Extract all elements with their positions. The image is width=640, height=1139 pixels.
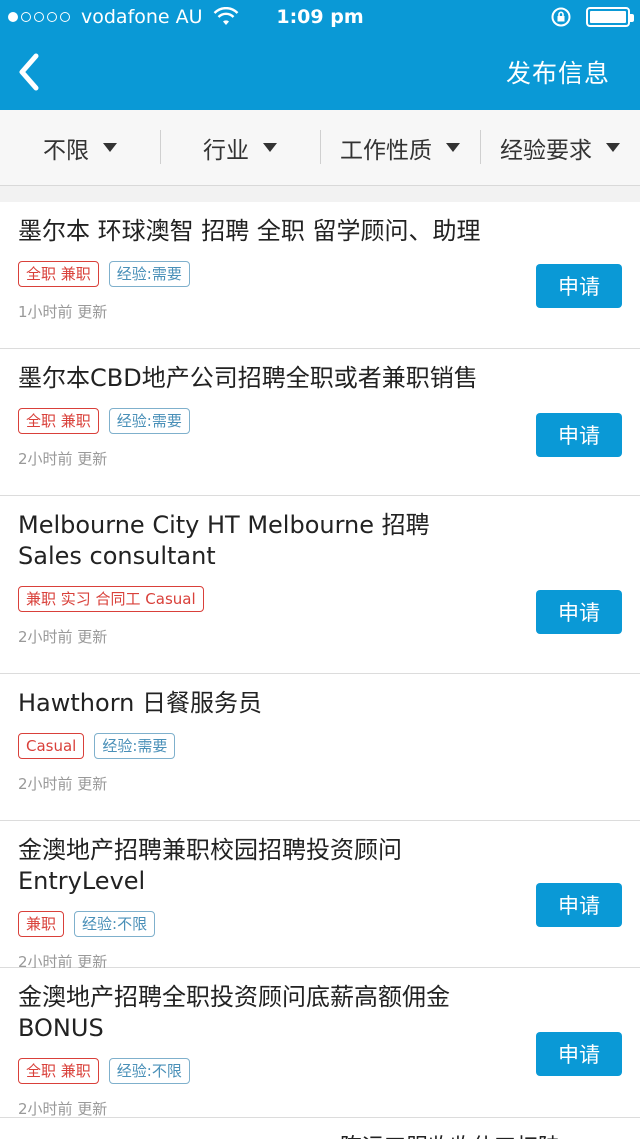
filter-industry[interactable]: 行业 <box>160 110 320 185</box>
job-type-tag: 兼职 <box>18 911 65 937</box>
filter-label: 工作性质 <box>340 137 432 164</box>
updated-time: 2小时前 更新 <box>18 1100 108 1118</box>
apply-button[interactable]: 申请 <box>536 1032 622 1076</box>
job-listing[interactable]: 金澳地产招聘兼职校园招聘投资顾问EntryLevel 兼职 经验:不限 2小时前… <box>0 821 640 971</box>
job-type-tag: Casual <box>18 733 85 759</box>
job-title: 墨尔本CBD地产公司招聘全职或者兼职销售 <box>18 364 478 392</box>
experience-tag: 经验:需要 <box>108 408 190 434</box>
app-header: vodafone AU 1:09 pm 发布信息 <box>0 0 640 110</box>
list-top-spacer <box>0 186 640 202</box>
caret-down-icon <box>103 143 117 152</box>
job-type-tag: 全职 兼职 <box>18 261 99 287</box>
job-tags: 全职 兼职 经验:需要 <box>18 408 500 434</box>
job-title: 金澳地产招聘全职投资顾问底薪高额佣金BONUS <box>18 983 450 1042</box>
job-type-tag: 兼职 实习 合同工 Casual <box>18 586 204 612</box>
job-listing[interactable]: 墨尔本CBD地产公司招聘全职或者兼职销售 全职 兼职 经验:需要 2小时前 更新… <box>0 349 640 496</box>
experience-tag: 经验:需要 <box>94 733 176 759</box>
job-tags: 全职 兼职 经验:需要 <box>18 261 500 287</box>
filter-experience[interactable]: 经验要求 <box>480 110 640 185</box>
navigation-bar: 发布信息 <box>0 36 640 110</box>
updated-time: 2小时前 更新 <box>18 775 108 793</box>
rotation-lock-icon <box>551 7 571 27</box>
status-right <box>550 6 634 28</box>
apply-button[interactable]: 申请 <box>536 413 622 457</box>
filter-bar: 不限 行业 工作性质 经验要求 <box>0 110 640 186</box>
back-button[interactable] <box>10 48 50 96</box>
apply-button[interactable]: 申请 <box>536 590 622 634</box>
job-tags: 兼职 经验:不限 <box>18 911 500 937</box>
status-time: 1:09 pm <box>276 6 364 28</box>
experience-tag: 经验:不限 <box>108 1058 190 1084</box>
caret-down-icon <box>446 143 460 152</box>
job-listing[interactable]: 金澳地产招聘全职投资顾问底薪高额佣金BONUS 全职 兼职 经验:不限 2小时前… <box>0 968 640 1118</box>
updated-time: 2小时前 更新 <box>18 450 108 468</box>
experience-tag: 经验:不限 <box>74 911 156 937</box>
job-listing[interactable]: Melbourne City HT Melbourne 招聘 Sales con… <box>0 496 640 674</box>
job-list: 墨尔本 环球澳智 招聘 全职 留学顾问、助理 全职 兼职 经验:需要 1小时前 … <box>0 202 640 1118</box>
job-listing[interactable]: 墨尔本 环球澳智 招聘 全职 留学顾问、助理 全职 兼职 经验:需要 1小时前 … <box>0 202 640 349</box>
job-title: Hawthorn 日餐服务员 <box>18 689 262 717</box>
filter-all[interactable]: 不限 <box>0 110 160 185</box>
experience-tag: 经验:需要 <box>108 261 190 287</box>
job-tags: 兼职 实习 合同工 Casual <box>18 586 500 612</box>
publish-button[interactable]: 发布信息 <box>506 54 610 90</box>
caret-down-icon <box>263 143 277 152</box>
filter-label: 不限 <box>43 137 89 164</box>
status-bar: vodafone AU 1:09 pm <box>0 0 640 36</box>
filter-label: 行业 <box>203 137 249 164</box>
next-listing-partial: 陈运工服收收仕工权陆 <box>0 1118 640 1139</box>
partial-title: 陈运工服收收仕工权陆 <box>340 1129 560 1139</box>
updated-time: 1小时前 更新 <box>18 303 108 321</box>
job-title: 墨尔本 环球澳智 招聘 全职 留学顾问、助理 <box>18 217 481 245</box>
caret-down-icon <box>606 143 620 152</box>
updated-time: 2小时前 更新 <box>18 628 108 646</box>
apply-button[interactable]: 申请 <box>536 264 622 308</box>
job-title: 金澳地产招聘兼职校园招聘投资顾问EntryLevel <box>18 836 402 895</box>
job-tags: Casual 经验:需要 <box>18 733 500 759</box>
filter-job-type[interactable]: 工作性质 <box>320 110 480 185</box>
apply-button[interactable]: 申请 <box>536 883 622 927</box>
job-listing[interactable]: Hawthorn 日餐服务员 Casual 经验:需要 2小时前 更新 <box>0 674 640 821</box>
filter-label: 经验要求 <box>500 137 592 164</box>
job-type-tag: 全职 兼职 <box>18 408 99 434</box>
job-title: Melbourne City HT Melbourne 招聘 Sales con… <box>18 511 430 570</box>
job-tags: 全职 兼职 经验:不限 <box>18 1058 500 1084</box>
job-type-tag: 全职 兼职 <box>18 1058 99 1084</box>
battery-icon <box>586 7 634 27</box>
